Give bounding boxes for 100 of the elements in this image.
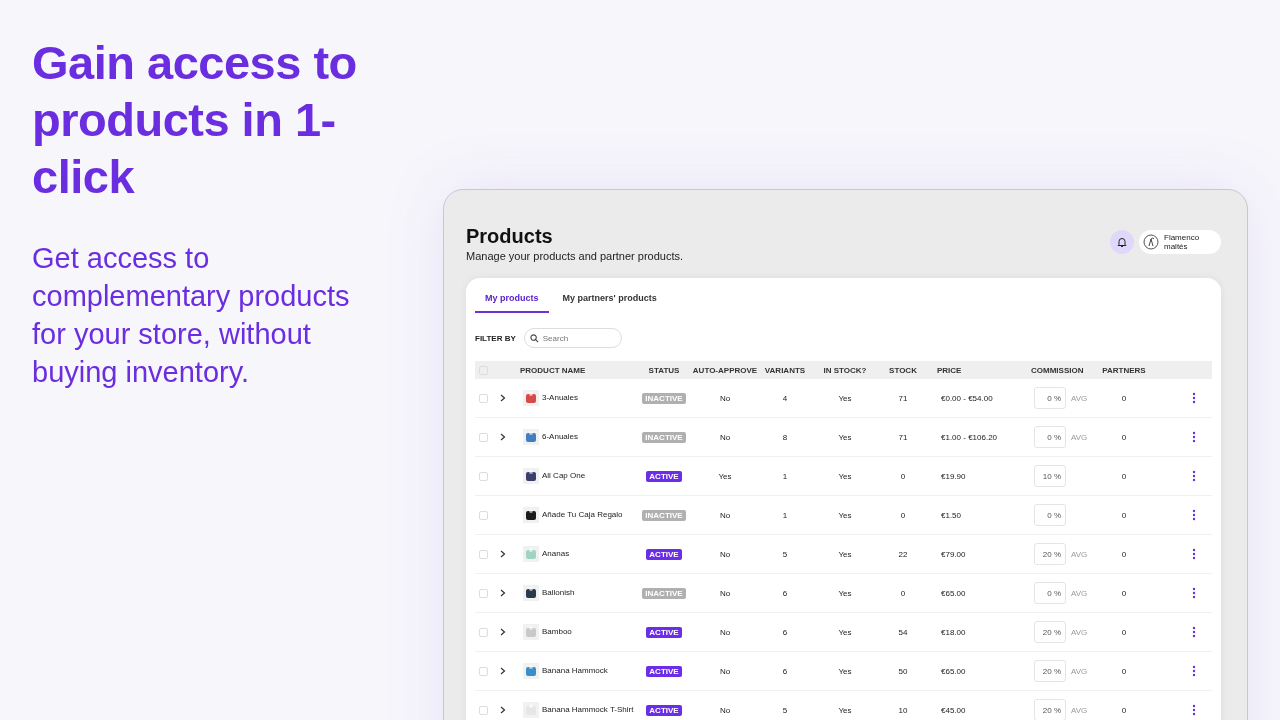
more-icon[interactable] (1192, 665, 1196, 677)
chevron-icon[interactable] (500, 667, 506, 675)
table-cell-text: No (718, 705, 732, 715)
filter-label: FILTER BY (475, 333, 516, 343)
table-cell-text: 0 (1120, 666, 1128, 676)
commission-field[interactable]: 10 % (1034, 465, 1066, 487)
product-name: Ananas (542, 549, 571, 559)
product-name: 3-Anuales (542, 393, 580, 403)
checkbox[interactable] (479, 588, 488, 598)
column-header: AUTO-APPROVE (691, 365, 759, 375)
search-field[interactable]: Search (523, 328, 622, 348)
table-cell-text: 0 (1120, 627, 1128, 637)
table-cell-text: No (718, 510, 732, 520)
product-name: Banana Hammock T-Shirt (542, 705, 635, 715)
bell-icon (1116, 236, 1128, 248)
table-cell-text: €18.00 (940, 627, 967, 637)
avg-label: AVG (1071, 393, 1088, 403)
table-cell-text: €0.00 - €54.00 (940, 393, 994, 403)
commission-field[interactable]: 20 % (1034, 621, 1066, 643)
table-cell-text: No (718, 627, 732, 637)
more-icon[interactable] (1192, 548, 1196, 560)
table-cell-text: No (718, 549, 732, 559)
column-header: PRICE (936, 365, 963, 375)
table-cell-text: Yes (837, 588, 853, 598)
column-header: IN STOCK? (822, 365, 868, 375)
chevron-icon[interactable] (500, 394, 506, 402)
avg-label: AVG (1071, 705, 1088, 715)
more-icon[interactable] (1192, 431, 1196, 443)
table-cell-text: Yes (837, 705, 853, 715)
product-name: Ballonish (542, 588, 576, 598)
table-cell-text: 0 (1120, 393, 1128, 403)
commission-field[interactable]: 20 % (1034, 543, 1066, 565)
avg-label: AVG (1071, 627, 1088, 637)
table-cell-text: No (718, 666, 732, 676)
table-cell-text: No (718, 393, 732, 403)
avg-label: AVG (1071, 588, 1088, 598)
table-cell-text: Yes (717, 471, 733, 481)
subtext: Get access to complementary products for your store, without buying inventory. (32, 241, 351, 390)
chevron-icon[interactable] (500, 706, 506, 714)
checkbox[interactable] (479, 549, 488, 559)
product-name: All Cap One (542, 471, 587, 481)
table-cell-text: 0 (899, 510, 907, 520)
table-cell-text: 1 (781, 471, 789, 481)
checkbox[interactable] (479, 666, 488, 676)
table-cell-text: 5 (781, 705, 789, 715)
tab[interactable]: My products (475, 288, 549, 313)
commission-field[interactable]: 0 % (1034, 504, 1066, 526)
more-icon[interactable] (1192, 626, 1196, 638)
account-button[interactable]: Flamenco maltés (1139, 230, 1221, 254)
more-icon[interactable] (1192, 509, 1196, 521)
status-badge: ACTIVE (646, 470, 682, 482)
table-cell-text: €1.00 - €106.20 (940, 432, 999, 442)
column-header: PRODUCT NAME (519, 365, 587, 375)
table-cell-text: 0 (1120, 471, 1128, 481)
status-badge: ACTIVE (646, 704, 682, 716)
chevron-icon[interactable] (500, 589, 506, 597)
table-cell-text: €79.00 (940, 549, 967, 559)
page-subtitle: Manage your products and partner products. (466, 250, 684, 262)
checkbox[interactable] (479, 432, 488, 442)
checkbox[interactable] (479, 471, 488, 481)
more-icon[interactable] (1192, 392, 1196, 404)
table-cell-text: €65.00 (940, 588, 967, 598)
product-name: 6-Anuales (542, 432, 580, 442)
table-cell-text: 71 (897, 393, 909, 403)
more-icon[interactable] (1192, 704, 1196, 716)
checkbox[interactable] (479, 393, 488, 403)
more-icon[interactable] (1192, 587, 1196, 599)
chevron-icon[interactable] (500, 628, 506, 636)
more-icon[interactable] (1192, 470, 1196, 482)
avg-label: AVG (1071, 666, 1088, 676)
table-cell-text: €1.50 (940, 510, 963, 520)
table-cell-text: 6 (781, 627, 789, 637)
table-cell-text: 1 (781, 510, 789, 520)
table-cell-text: No (718, 588, 732, 598)
product-name: Añade Tu Caja Regalo (542, 510, 624, 520)
table-cell-text: Yes (837, 666, 853, 676)
status-badge: INACTIVE (642, 392, 686, 404)
table-cell-text: 10 (897, 705, 909, 715)
table-cell-text: 6 (781, 588, 789, 598)
commission-field[interactable]: 20 % (1034, 699, 1066, 720)
logo-icon (1143, 234, 1159, 250)
tab[interactable]: My partners' products (552, 288, 667, 313)
table-cell-text: 8 (781, 432, 789, 442)
commission-field[interactable]: 0 % (1034, 582, 1066, 604)
commission-field[interactable]: 0 % (1034, 387, 1066, 409)
checkbox[interactable] (479, 705, 488, 715)
notification-button[interactable] (1110, 230, 1134, 254)
chevron-icon[interactable] (500, 550, 506, 558)
table-cell-text: Yes (837, 510, 853, 520)
search-icon (529, 333, 539, 343)
status-badge: INACTIVE (642, 509, 686, 521)
commission-field[interactable]: 20 % (1034, 660, 1066, 682)
checkbox[interactable] (479, 627, 488, 637)
table-cell-text: 5 (781, 549, 789, 559)
commission-field[interactable]: 0 % (1034, 426, 1066, 448)
avg-label: AVG (1071, 432, 1088, 442)
status-badge: INACTIVE (642, 431, 686, 443)
checkbox[interactable] (479, 510, 488, 520)
chevron-icon[interactable] (500, 433, 506, 441)
table-cell-text: No (718, 432, 732, 442)
